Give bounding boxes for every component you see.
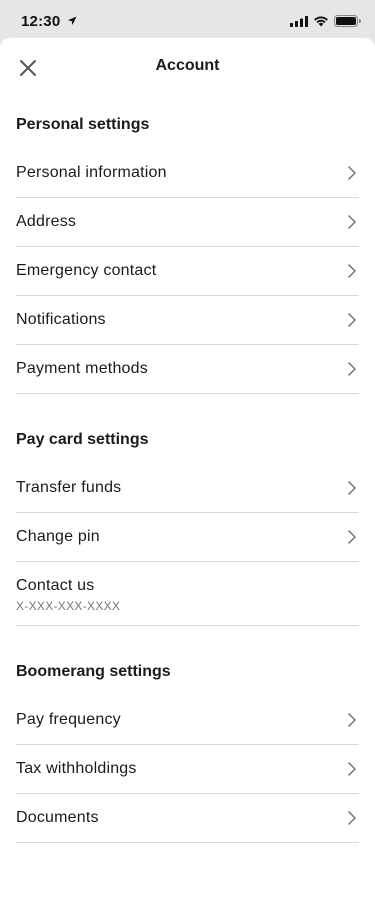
row-personal-information[interactable]: Personal information [16,149,359,198]
row-label: Transfer funds [16,479,122,496]
row-documents[interactable]: Documents [16,794,359,843]
wifi-icon [314,16,328,27]
chevron-right-icon [348,762,356,776]
location-arrow-icon [67,16,77,25]
row-label: Contact us [16,577,95,594]
chevron-right-icon [348,264,356,278]
row-label: Documents [16,809,99,826]
status-icons [290,13,361,29]
section-title-pay-card-settings: Pay card settings [16,431,149,448]
chevron-right-icon [348,713,356,727]
header: Account [0,38,375,96]
chevron-right-icon [348,362,356,376]
contact-phone-number: X-XXX-XXX-XXXX [16,599,121,613]
row-label: Personal information [16,164,167,181]
row-emergency-contact[interactable]: Emergency contact [16,247,359,296]
status-time: 12:30 [21,13,77,30]
chevron-right-icon [348,811,356,825]
row-address[interactable]: Address [16,198,359,247]
cellular-signal-icon [290,15,308,27]
page-title: Account [155,57,220,74]
chevron-right-icon [348,215,356,229]
section-title-boomerang-settings: Boomerang settings [16,663,171,680]
account-sheet: Account Personal settings Personal infor… [0,38,375,903]
row-payment-methods[interactable]: Payment methods [16,345,359,394]
chevron-right-icon [348,530,356,544]
chevron-right-icon [348,481,356,495]
row-pay-frequency[interactable]: Pay frequency [16,696,359,745]
row-change-pin[interactable]: Change pin [16,513,359,562]
status-time-text: 12:30 [21,13,61,30]
section-title-personal-settings: Personal settings [16,116,150,133]
row-label: Change pin [16,528,100,545]
chevron-right-icon [348,313,356,327]
chevron-right-icon [348,166,356,180]
row-label: Payment methods [16,360,148,377]
row-label: Address [16,213,77,230]
row-notifications[interactable]: Notifications [16,296,359,345]
row-contact-us[interactable]: Contact us X-XXX-XXX-XXXX [16,562,359,626]
row-tax-withholdings[interactable]: Tax withholdings [16,745,359,794]
row-label: Tax withholdings [16,760,137,777]
battery-icon [334,15,361,27]
row-label: Pay frequency [16,711,121,728]
row-transfer-funds[interactable]: Transfer funds [16,464,359,513]
row-label: Notifications [16,311,106,328]
row-label: Emergency contact [16,262,157,279]
